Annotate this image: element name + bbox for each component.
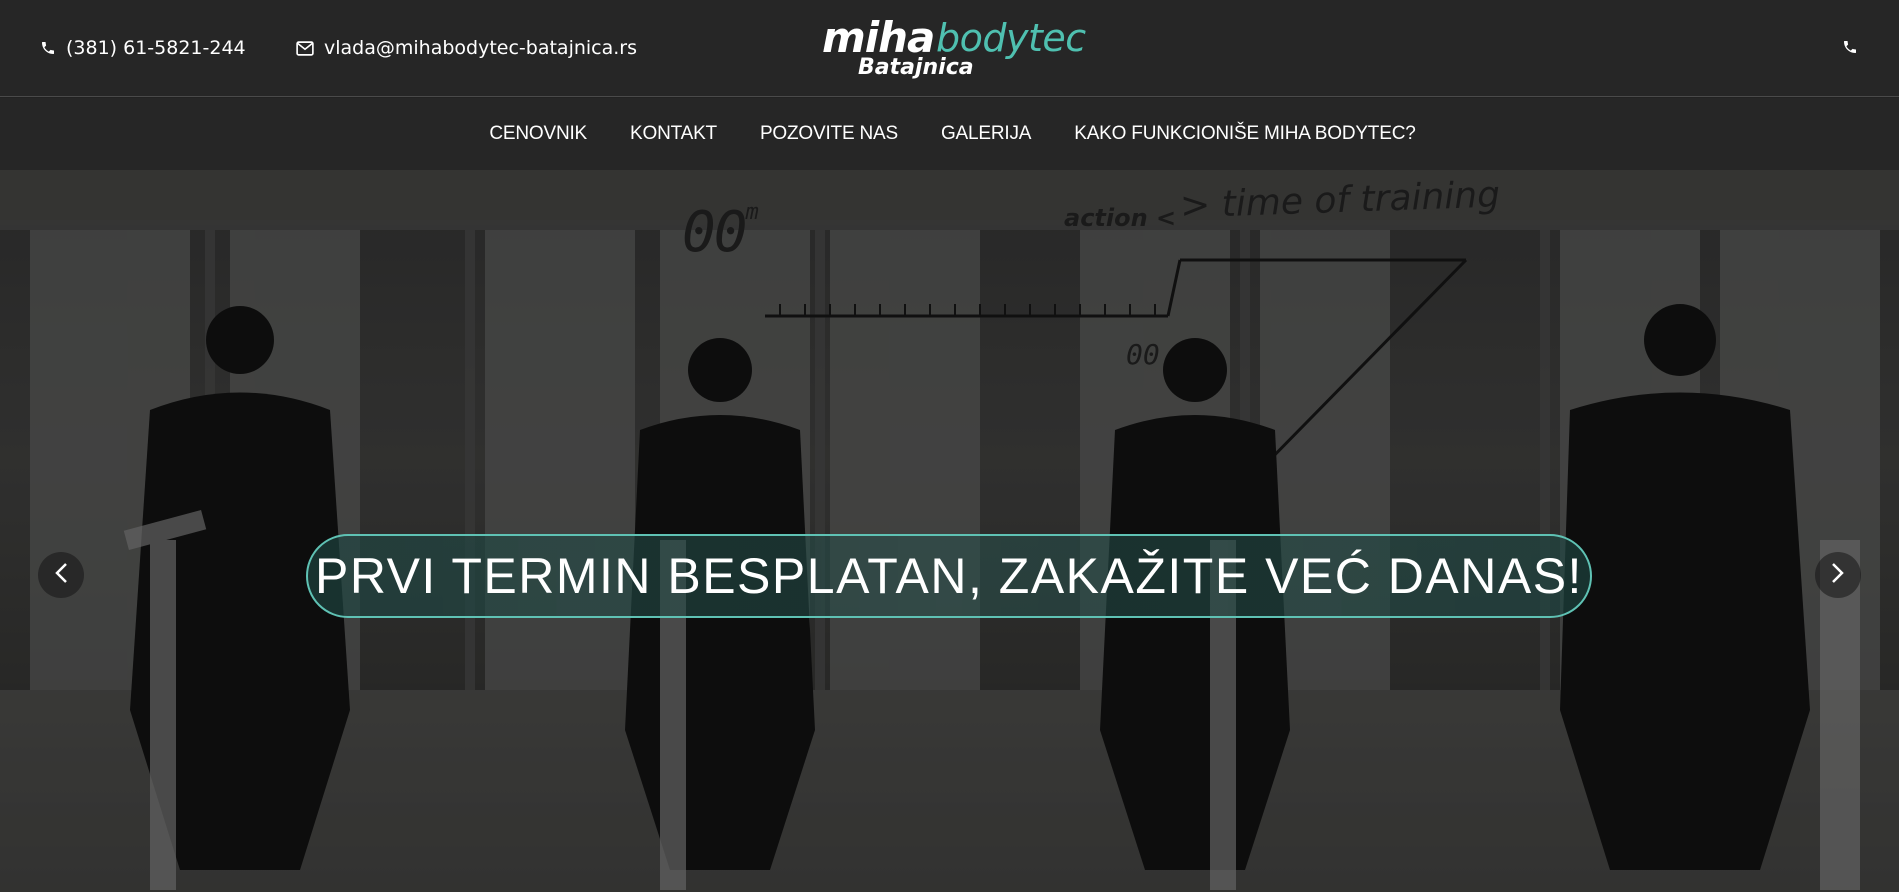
logo-location: Batajnica: [858, 55, 974, 80]
header-email-link[interactable]: vlada@mihabodytec-batajnica.rs: [296, 37, 637, 59]
slider-next-button[interactable]: [1815, 552, 1861, 598]
promo-banner[interactable]: PRVI TERMIN BESPLATAN, ZAKAŽITE VEĆ DANA…: [306, 534, 1592, 618]
phone-icon: [1842, 39, 1858, 55]
header-email-text: vlada@mihabodytec-batajnica.rs: [324, 37, 638, 59]
top-bar: (381) 61-5821-244 vlada@mihabodytec-bata…: [0, 0, 1899, 97]
overlay-action-label: action <: [1064, 204, 1177, 232]
overlay-small-timer: 00: [1126, 338, 1160, 371]
nav-item-pozovite-nas[interactable]: POZOVITE NAS: [760, 123, 898, 145]
nav-item-galerija[interactable]: GALERIJA: [941, 123, 1031, 145]
promo-banner-text: PRVI TERMIN BESPLATAN, ZAKAŽITE VEĆ DANA…: [315, 548, 1583, 604]
header-phone-icon-button[interactable]: [1842, 39, 1858, 55]
chevron-right-icon: [1831, 562, 1845, 589]
envelope-icon: [296, 40, 314, 56]
site-logo[interactable]: miha bodytec Batajnica: [822, 14, 1086, 84]
header-phone-text: (381) 61-5821-244: [66, 37, 246, 59]
hero-background-image: 00m action < > time of training 00: [0, 170, 1899, 892]
nav-item-cenovnik[interactable]: CENOVNIK: [489, 123, 587, 145]
slider-prev-button[interactable]: [38, 552, 84, 598]
phone-icon: [40, 40, 56, 56]
nav-item-kako-funkcionise[interactable]: KAKO FUNKCIONIŠE MIHA BODYTEC?: [1074, 123, 1416, 145]
overlay-timer: 00m: [682, 200, 759, 265]
header-phone-link[interactable]: (381) 61-5821-244: [40, 37, 246, 59]
hero-slider: 00m action < > time of training 00 PRVI …: [0, 170, 1899, 892]
main-nav: CENOVNIK KONTAKT POZOVITE NAS GALERIJA K…: [0, 98, 1899, 170]
chevron-left-icon: [54, 562, 68, 589]
nav-item-kontakt[interactable]: KONTAKT: [630, 123, 717, 145]
